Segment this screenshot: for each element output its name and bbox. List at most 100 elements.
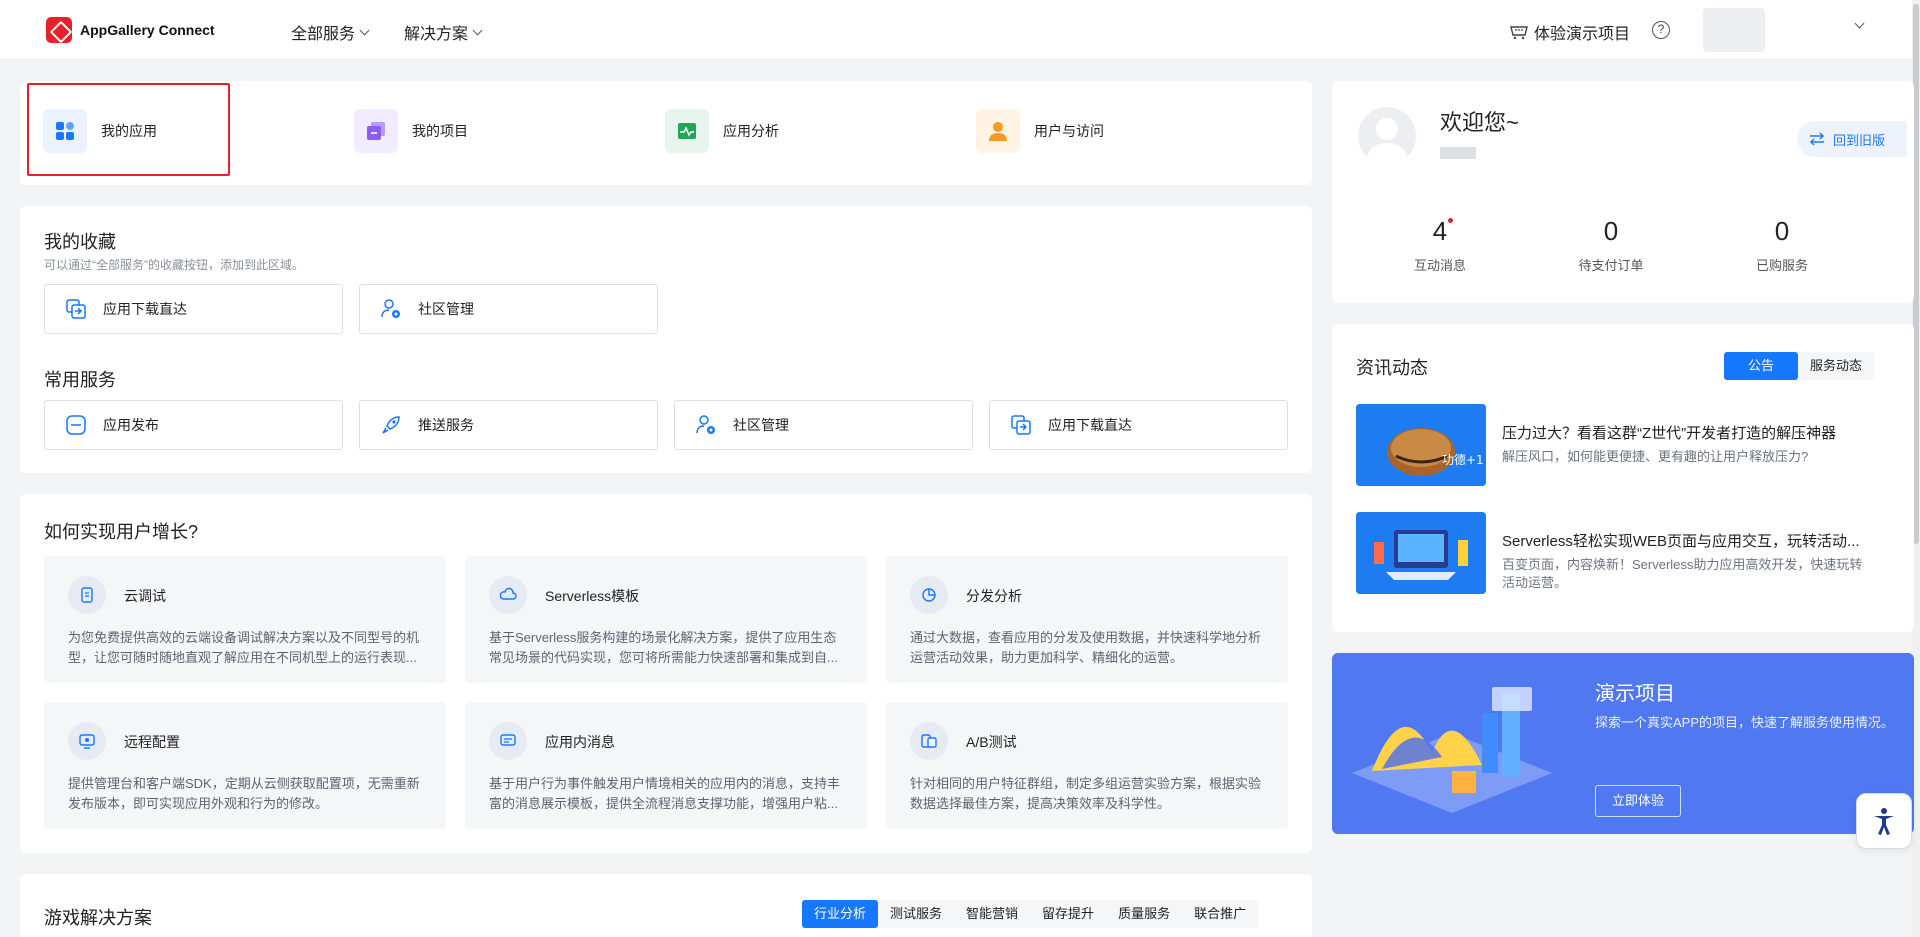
project-icon	[354, 109, 398, 153]
growth-ab-test[interactable]: A/B测试 针对相同的用户特征群组，制定多组运营实验方案，根据实验数据选择最佳方…	[886, 702, 1288, 829]
stat-label: 互动消息	[1413, 258, 1466, 273]
stat-label: 已购服务	[1755, 258, 1808, 273]
brand[interactable]: AppGallery Connect	[46, 17, 215, 43]
growth-item-desc: 为您免费提供高效的云端设备调试解决方案以及不同型号的机型，让您可随时随地直观了解…	[68, 630, 420, 665]
service-download-direct[interactable]: 应用下载直达	[989, 400, 1288, 450]
quick-label: 用户与访问	[1034, 123, 1104, 139]
news-item-title: 压力过大？看看这群“Z世代”开发者打造的解压神器	[1502, 425, 1837, 442]
distribution-icon	[910, 576, 948, 614]
tab-service-updates[interactable]: 服务动态	[1798, 352, 1874, 380]
service-community[interactable]: 社区管理	[674, 400, 973, 450]
ab-test-icon	[910, 722, 948, 760]
favorite-download-direct[interactable]: 应用下载直达	[44, 284, 343, 334]
chevron-down-icon	[472, 25, 483, 35]
growth-in-app-message[interactable]: 应用内消息 基于用户行为事件触发用户情境相关的应用内的消息，支持丰富的消息展示模…	[465, 702, 867, 829]
avatar[interactable]	[1358, 107, 1416, 165]
try-demo-label: 体验演示项目	[1534, 26, 1631, 43]
community-icon	[695, 414, 717, 436]
quick-label: 我的应用	[101, 123, 157, 139]
growth-item-title: A/B测试	[966, 734, 1017, 750]
unread-dot	[1448, 218, 1454, 223]
favorite-label: 应用下载直达	[103, 301, 187, 317]
quick-app-analytics[interactable]: 应用分析	[665, 109, 779, 153]
stat-value: 4	[1432, 216, 1448, 246]
growth-remote-config[interactable]: 远程配置 提供管理台和客户端SDK，定期从云侧获取配置项，无需重新发布版本，即可…	[44, 702, 446, 829]
demo-illustration-icon	[1352, 687, 1552, 813]
quick-my-projects[interactable]: 我的项目	[354, 109, 468, 153]
user-menu-chevron-down-icon[interactable]	[1854, 18, 1865, 29]
growth-item-title: Serverless模板	[545, 588, 640, 604]
news-thumbnail: 功德+1	[1356, 404, 1486, 486]
growth-title: 如何实现用户增长?	[44, 522, 199, 542]
cloud-debug-icon	[68, 576, 106, 614]
game-solutions-title: 游戏解决方案	[44, 908, 152, 928]
welcome-text: 欢迎您~	[1440, 110, 1519, 135]
quick-access-card: 我的应用 我的项目 应用分析 用户与访问	[20, 81, 1312, 185]
tab-retention[interactable]: 留存提升	[1030, 900, 1106, 928]
favorite-community[interactable]: 社区管理	[359, 284, 658, 334]
tab-test-service[interactable]: 测试服务	[878, 900, 954, 928]
appgallery-logo-icon	[46, 17, 72, 43]
quick-my-apps[interactable]: 我的应用	[43, 109, 157, 153]
switch-icon	[1810, 132, 1824, 146]
publish-icon	[65, 414, 87, 436]
try-demo-project-link[interactable]: 体验演示项目	[1510, 20, 1630, 44]
growth-item-desc: 基于Serverless服务构建的场景化解决方案，提供了应用生态常见场景的代码实…	[489, 630, 838, 665]
quick-label: 应用分析	[723, 123, 779, 139]
stat-messages[interactable]: 4 互动消息	[1380, 216, 1500, 274]
remote-config-icon	[68, 722, 106, 760]
stat-purchased-services[interactable]: 0 已购服务	[1722, 216, 1842, 274]
tab-smart-marketing[interactable]: 智能营销	[954, 900, 1030, 928]
tab-quality-service[interactable]: 质量服务	[1106, 900, 1182, 928]
growth-item-title: 云调试	[124, 588, 166, 604]
nav-all-services[interactable]: 全部服务	[291, 20, 370, 44]
stat-pending-orders[interactable]: 0 待支付订单	[1551, 216, 1671, 274]
growth-item-title: 分发分析	[966, 588, 1022, 604]
nav-label: 全部服务	[291, 26, 356, 43]
growth-item-desc: 基于用户行为事件触发用户情境相关的应用内的消息，支持丰富的消息展示模板，提供全流…	[489, 776, 841, 811]
growth-item-title: 远程配置	[124, 734, 180, 750]
user-access-icon	[976, 109, 1020, 153]
nav-label: 解决方案	[404, 26, 469, 43]
top-bar: AppGallery Connect 全部服务 解决方案 体验演示项目 ?	[0, 0, 1920, 60]
growth-card: 如何实现用户增长? 云调试 为您免费提供高效的云端设备调试解决方案以及不同型号的…	[20, 494, 1312, 853]
growth-item-title: 应用内消息	[545, 734, 615, 750]
demo-project-desc: 探索一个真实APP的项目，快速了解服务使用情况。	[1595, 715, 1895, 730]
game-solutions-tabs: 行业分析 测试服务 智能营销 留存提升 质量服务 联合推广	[802, 900, 1259, 928]
tab-industry-analysis[interactable]: 行业分析	[802, 900, 879, 928]
tab-joint-promotion[interactable]: 联合推广	[1182, 900, 1258, 928]
nav-solutions[interactable]: 解决方案	[404, 20, 483, 44]
chevron-down-icon	[359, 25, 370, 35]
news-card: 资讯动态 公告 服务动态 功德+1 压力过大？看看这群“Z世代”开发者打造的解压…	[1332, 324, 1914, 632]
in-app-message-icon	[489, 722, 527, 760]
service-push[interactable]: 推送服务	[359, 400, 658, 450]
back-to-old-version-button[interactable]: 回到旧版	[1797, 121, 1907, 157]
quick-user-access[interactable]: 用户与访问	[976, 109, 1104, 153]
growth-item-desc: 针对相同的用户特征群组，制定多组运营实验方案，根据实验数据选择最佳方案，提高决策…	[910, 776, 1262, 811]
growth-serverless-template[interactable]: Serverless模板 基于Serverless服务构建的场景化解决方案，提供…	[465, 556, 867, 683]
profile-card: 欢迎您~ 回到旧版 4 互动消息 0 待支付订单 0 已购服务	[1332, 81, 1914, 303]
service-label: 应用发布	[103, 417, 159, 433]
serverless-icon	[489, 576, 527, 614]
growth-distribution-analysis[interactable]: 分发分析 通过大数据，查看应用的分发及使用数据，并快速科学地分析运营活动效果，助…	[886, 556, 1288, 683]
news-item-desc: 百变页面，内容焕新！Serverless助力应用高效开发，快速玩转活动运营。	[1502, 557, 1863, 590]
try-now-button[interactable]: 立即体验	[1595, 785, 1681, 817]
stat-value: 0	[1603, 216, 1619, 246]
news-item[interactable]: 功德+1 压力过大？看看这群“Z世代”开发者打造的解压神器 解压风口，如何能更便…	[1356, 404, 1876, 486]
quick-label: 我的项目	[412, 123, 468, 139]
service-app-publish[interactable]: 应用发布	[44, 400, 343, 450]
growth-cloud-debug[interactable]: 云调试 为您免费提供高效的云端设备调试解决方案以及不同型号的机型，让您可随时随地…	[44, 556, 446, 683]
back-old-label: 回到旧版	[1833, 132, 1886, 148]
community-icon	[380, 298, 402, 320]
news-item[interactable]: Serverless轻松实现WEB页面与应用交互，玩转活动... 百变页面，内容…	[1356, 512, 1876, 594]
avatar[interactable]	[1703, 8, 1765, 52]
help-icon[interactable]: ?	[1652, 21, 1670, 39]
accessibility-button[interactable]	[1856, 793, 1912, 849]
main-nav: 全部服务 解决方案	[291, 20, 483, 44]
brand-name: AppGallery Connect	[80, 22, 215, 38]
service-label: 推送服务	[418, 417, 474, 433]
stat-label: 待支付订单	[1578, 258, 1644, 273]
demo-project-title: 演示项目	[1595, 683, 1675, 705]
tab-announcement[interactable]: 公告	[1724, 352, 1799, 380]
download-direct-icon	[1010, 414, 1032, 436]
